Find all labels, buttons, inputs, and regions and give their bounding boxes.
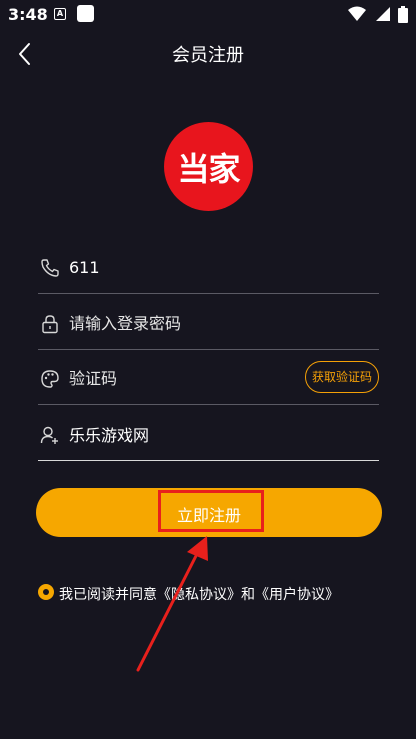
verification-code-input[interactable] [69, 361, 299, 395]
password-input[interactable] [69, 306, 299, 340]
privacy-agreement-link[interactable]: 《隐私协议》 [157, 587, 241, 603]
page-title: 会员注册 [172, 45, 244, 66]
agreement-row: 我已阅读并同意《隐私协议》和《用户协议》 [38, 583, 408, 603]
agreement-text: 我已阅读并同意《隐私协议》和《用户协议》 [59, 584, 339, 604]
agreement-joiner: 和 [241, 587, 255, 603]
agree-radio[interactable] [38, 584, 54, 600]
invite-field-row [38, 407, 379, 461]
battery-icon [398, 6, 408, 23]
status-icons [345, 6, 408, 24]
header: 会员注册 [0, 30, 416, 76]
agreement-prefix: 我已阅读并同意 [59, 587, 157, 603]
phone-input[interactable] [69, 250, 299, 284]
code-field-row: 获取验证码 [38, 351, 379, 405]
signal-icon [375, 7, 390, 21]
logo-text: 当家 [177, 149, 240, 188]
app-logo: 当家 [164, 122, 253, 211]
register-button[interactable]: 立即注册 [36, 488, 382, 537]
phone-field-row [38, 240, 379, 294]
password-field-row [38, 296, 379, 350]
palette-icon [40, 369, 60, 389]
add-user-icon [40, 425, 60, 445]
notification-app-icon: A [54, 8, 66, 20]
register-button-label: 立即注册 [176, 508, 241, 525]
status-bar: 3:48 A [0, 0, 416, 30]
phone-icon [40, 258, 60, 278]
notification-square-icon [77, 5, 94, 22]
wifi-icon [347, 6, 366, 21]
lock-icon [40, 314, 60, 334]
get-code-button[interactable]: 获取验证码 [305, 361, 379, 393]
user-agreement-link[interactable]: 《用户协议》 [255, 587, 339, 603]
invite-input[interactable] [69, 417, 299, 451]
status-time: 3:48 [8, 5, 48, 24]
